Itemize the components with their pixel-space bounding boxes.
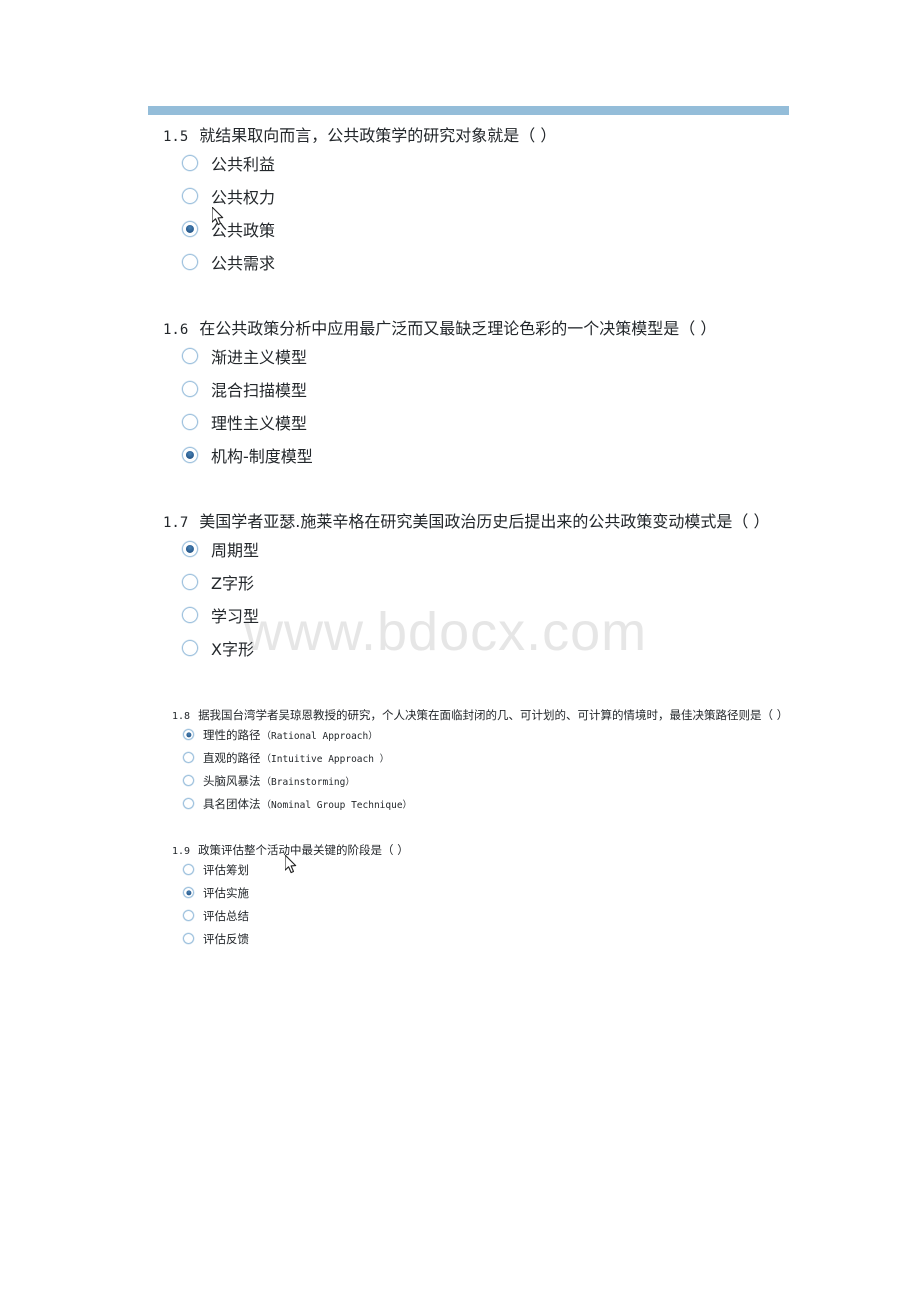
question-block-1-6: 1.6 在公共政策分析中应用最广泛而又最缺乏理论色彩的一个决策模型是（ ） 渐进… xyxy=(0,315,716,471)
options-list-1-7: 周期型 Z字形 学习型 X字形 xyxy=(0,532,769,664)
question-block-1-7: 1.7 美国学者亚瑟.施莱辛格在研究美国政治历史后提出来的公共政策变动模式是（ … xyxy=(0,508,769,664)
option-label: 公共政策 xyxy=(211,220,276,240)
options-list-1-5: 公共利益 公共权力 公共政策 公共需求 xyxy=(0,146,556,278)
question-text: 美国学者亚瑟.施莱辛格在研究美国政治历史后提出来的公共政策变动模式是（ ） xyxy=(199,512,770,531)
question-text: 据我国台湾学者吴琼恩教授的研究，个人决策在面临封闭的几、可计划的、可计算的情境时… xyxy=(198,708,789,722)
option-row[interactable]: 公共政策 xyxy=(182,212,556,245)
option-label: 评估总结 xyxy=(203,908,249,923)
option-row[interactable]: 头脑风暴法 （Brainstorming） xyxy=(183,769,788,792)
question-number: 1.8 xyxy=(172,711,191,722)
option-label-english: （Rational Approach） xyxy=(261,730,378,742)
question-title-1-7: 1.7 美国学者亚瑟.施莱辛格在研究美国政治历史后提出来的公共政策变动模式是（ … xyxy=(163,508,769,532)
radio-button-icon[interactable] xyxy=(182,573,198,590)
option-row[interactable]: 评估实施 xyxy=(183,881,409,904)
options-list-1-8: 理性的路径 （Rational Approach） 直观的路径 （Intuiti… xyxy=(0,723,788,815)
question-block-1-9: 1.9 政策评估整个活动中最关键的阶段是（ ） 评估筹划 评估实施 评估总结 评… xyxy=(0,842,409,950)
option-label: X字形 xyxy=(211,639,254,659)
option-label: 公共需求 xyxy=(211,253,276,273)
option-row[interactable]: 公共权力 xyxy=(182,179,556,212)
option-label: 头脑风暴法 xyxy=(203,773,261,788)
option-row[interactable]: 公共需求 xyxy=(182,245,556,278)
option-row[interactable]: 直观的路径 （Intuitive Approach ） xyxy=(183,746,788,769)
radio-button-icon-selected[interactable] xyxy=(182,540,198,557)
option-row[interactable]: 理性的路径 （Rational Approach） xyxy=(183,723,788,746)
option-label: 公共权力 xyxy=(211,187,276,207)
option-row[interactable]: Z字形 xyxy=(182,565,769,598)
radio-button-icon-selected[interactable] xyxy=(183,887,194,898)
option-label: 评估筹划 xyxy=(203,862,249,877)
option-row[interactable]: 评估筹划 xyxy=(183,858,409,881)
radio-button-icon[interactable] xyxy=(182,606,198,623)
option-label: 评估反馈 xyxy=(203,931,249,946)
options-list-1-9: 评估筹划 评估实施 评估总结 评估反馈 xyxy=(0,858,409,950)
question-number: 1.9 xyxy=(172,846,191,857)
option-label: 理性主义模型 xyxy=(211,413,308,433)
radio-button-icon[interactable] xyxy=(182,413,198,430)
radio-button-icon-selected[interactable] xyxy=(182,220,198,237)
radio-button-icon[interactable] xyxy=(183,775,194,786)
radio-button-icon[interactable] xyxy=(182,253,198,270)
option-label: 机构-制度模型 xyxy=(211,446,313,466)
question-number: 1.7 xyxy=(163,515,189,531)
option-row[interactable]: 周期型 xyxy=(182,532,769,565)
radio-button-icon[interactable] xyxy=(183,910,194,921)
option-row[interactable]: 具名团体法 （Nominal Group Technique） xyxy=(183,792,788,815)
option-row[interactable]: 评估总结 xyxy=(183,904,409,927)
option-row[interactable]: 学习型 xyxy=(182,598,769,631)
option-label: 理性的路径 xyxy=(203,727,261,742)
option-row[interactable]: 评估反馈 xyxy=(183,927,409,950)
header-divider-rule xyxy=(148,106,789,115)
question-block-1-8: 1.8 据我国台湾学者吴琼恩教授的研究，个人决策在面临封闭的几、可计划的、可计算… xyxy=(0,707,788,815)
option-label: Z字形 xyxy=(211,573,254,593)
radio-button-icon-selected[interactable] xyxy=(183,729,194,740)
option-row[interactable]: 公共利益 xyxy=(182,146,556,179)
option-label: 周期型 xyxy=(211,540,260,560)
option-row[interactable]: 混合扫描模型 xyxy=(182,372,716,405)
option-label: 渐进主义模型 xyxy=(211,347,308,367)
option-row[interactable]: 渐进主义模型 xyxy=(182,339,716,372)
option-label: 评估实施 xyxy=(203,885,249,900)
option-label: 公共利益 xyxy=(211,154,276,174)
question-text: 在公共政策分析中应用最广泛而又最缺乏理论色彩的一个决策模型是（ ） xyxy=(199,319,717,338)
radio-button-icon[interactable] xyxy=(182,154,198,171)
document-page: www.bdocx.com 1.5 就结果取向而言，公共政策学的研究对象就是（ … xyxy=(0,0,920,1302)
radio-button-icon[interactable] xyxy=(183,798,194,809)
question-number: 1.5 xyxy=(163,129,189,145)
option-row[interactable]: 理性主义模型 xyxy=(182,405,716,438)
option-label-english: （Intuitive Approach ） xyxy=(261,753,390,765)
question-block-1-5: 1.5 就结果取向而言，公共政策学的研究对象就是（ ） 公共利益 公共权力 公共… xyxy=(0,122,556,278)
option-label: 具名团体法 xyxy=(203,796,261,811)
option-label: 学习型 xyxy=(211,606,260,626)
question-text: 政策评估整个活动中最关键的阶段是（ ） xyxy=(198,843,409,857)
question-number: 1.6 xyxy=(163,322,189,338)
option-label: 混合扫描模型 xyxy=(211,380,308,400)
options-list-1-6: 渐进主义模型 混合扫描模型 理性主义模型 机构-制度模型 xyxy=(0,339,716,471)
radio-button-icon[interactable] xyxy=(182,347,198,364)
option-row[interactable]: 机构-制度模型 xyxy=(182,438,716,471)
radio-button-icon[interactable] xyxy=(183,752,194,763)
radio-button-icon[interactable] xyxy=(182,187,198,204)
question-title-1-8: 1.8 据我国台湾学者吴琼恩教授的研究，个人决策在面临封闭的几、可计划的、可计算… xyxy=(172,707,788,723)
option-label-english: （Brainstorming） xyxy=(261,776,355,788)
radio-button-icon[interactable] xyxy=(183,864,194,875)
question-title-1-9: 1.9 政策评估整个活动中最关键的阶段是（ ） xyxy=(172,842,409,858)
radio-button-icon-selected[interactable] xyxy=(182,446,198,463)
option-row[interactable]: X字形 xyxy=(182,631,769,664)
question-title-1-6: 1.6 在公共政策分析中应用最广泛而又最缺乏理论色彩的一个决策模型是（ ） xyxy=(163,315,716,339)
radio-button-icon[interactable] xyxy=(182,380,198,397)
option-label-english: （Nominal Group Technique） xyxy=(261,799,413,811)
radio-button-icon[interactable] xyxy=(182,639,198,656)
option-label: 直观的路径 xyxy=(203,750,261,765)
question-text: 就结果取向而言，公共政策学的研究对象就是（ ） xyxy=(199,126,557,145)
radio-button-icon[interactable] xyxy=(183,933,194,944)
question-title-1-5: 1.5 就结果取向而言，公共政策学的研究对象就是（ ） xyxy=(163,122,556,146)
